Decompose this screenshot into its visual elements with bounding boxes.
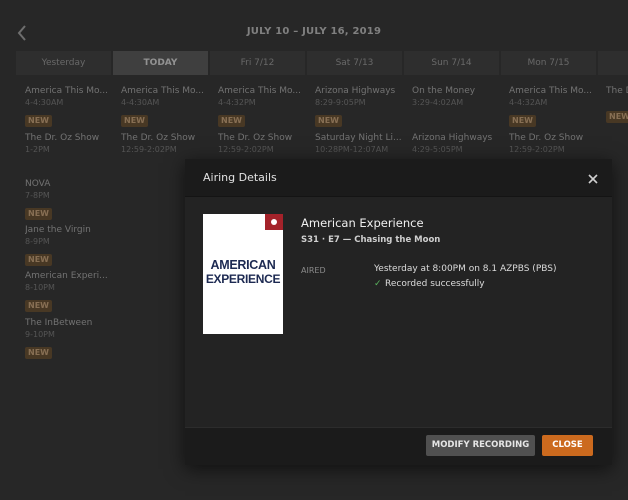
airing-details-modal: Airing Details AMERICAN EXPERIENCE Ameri… (185, 159, 612, 465)
poster-logo-line2: EXPERIENCE (205, 272, 281, 286)
episode-info: S31 · E7 — Chasing the Moon (301, 235, 441, 245)
aired-value: Yesterday at 8:00PM on 8.1 AZPBS (PBS) (374, 264, 557, 274)
record-dot-icon (265, 214, 283, 230)
close-icon[interactable] (586, 171, 600, 185)
recording-status: Recorded successfully (385, 279, 485, 289)
modify-recording-button[interactable]: MODIFY RECORDING (426, 435, 535, 456)
show-title: American Experience (301, 216, 424, 230)
modal-footer: MODIFY RECORDING CLOSE (185, 427, 612, 465)
modal-body: AMERICAN EXPERIENCE American Experience … (185, 197, 612, 427)
checkmark-icon: ✓ (374, 279, 382, 289)
modal-title: Airing Details (203, 171, 277, 184)
modal-header: Airing Details (185, 159, 612, 197)
close-button[interactable]: CLOSE (542, 435, 593, 456)
tv-guide-app: JULY 10 – JULY 16, 2019 Yesterday TODAY … (0, 0, 628, 500)
aired-label: AIRED (301, 266, 326, 275)
poster-logo-line1: AMERICAN (210, 258, 276, 272)
show-poster: AMERICAN EXPERIENCE (203, 214, 283, 334)
